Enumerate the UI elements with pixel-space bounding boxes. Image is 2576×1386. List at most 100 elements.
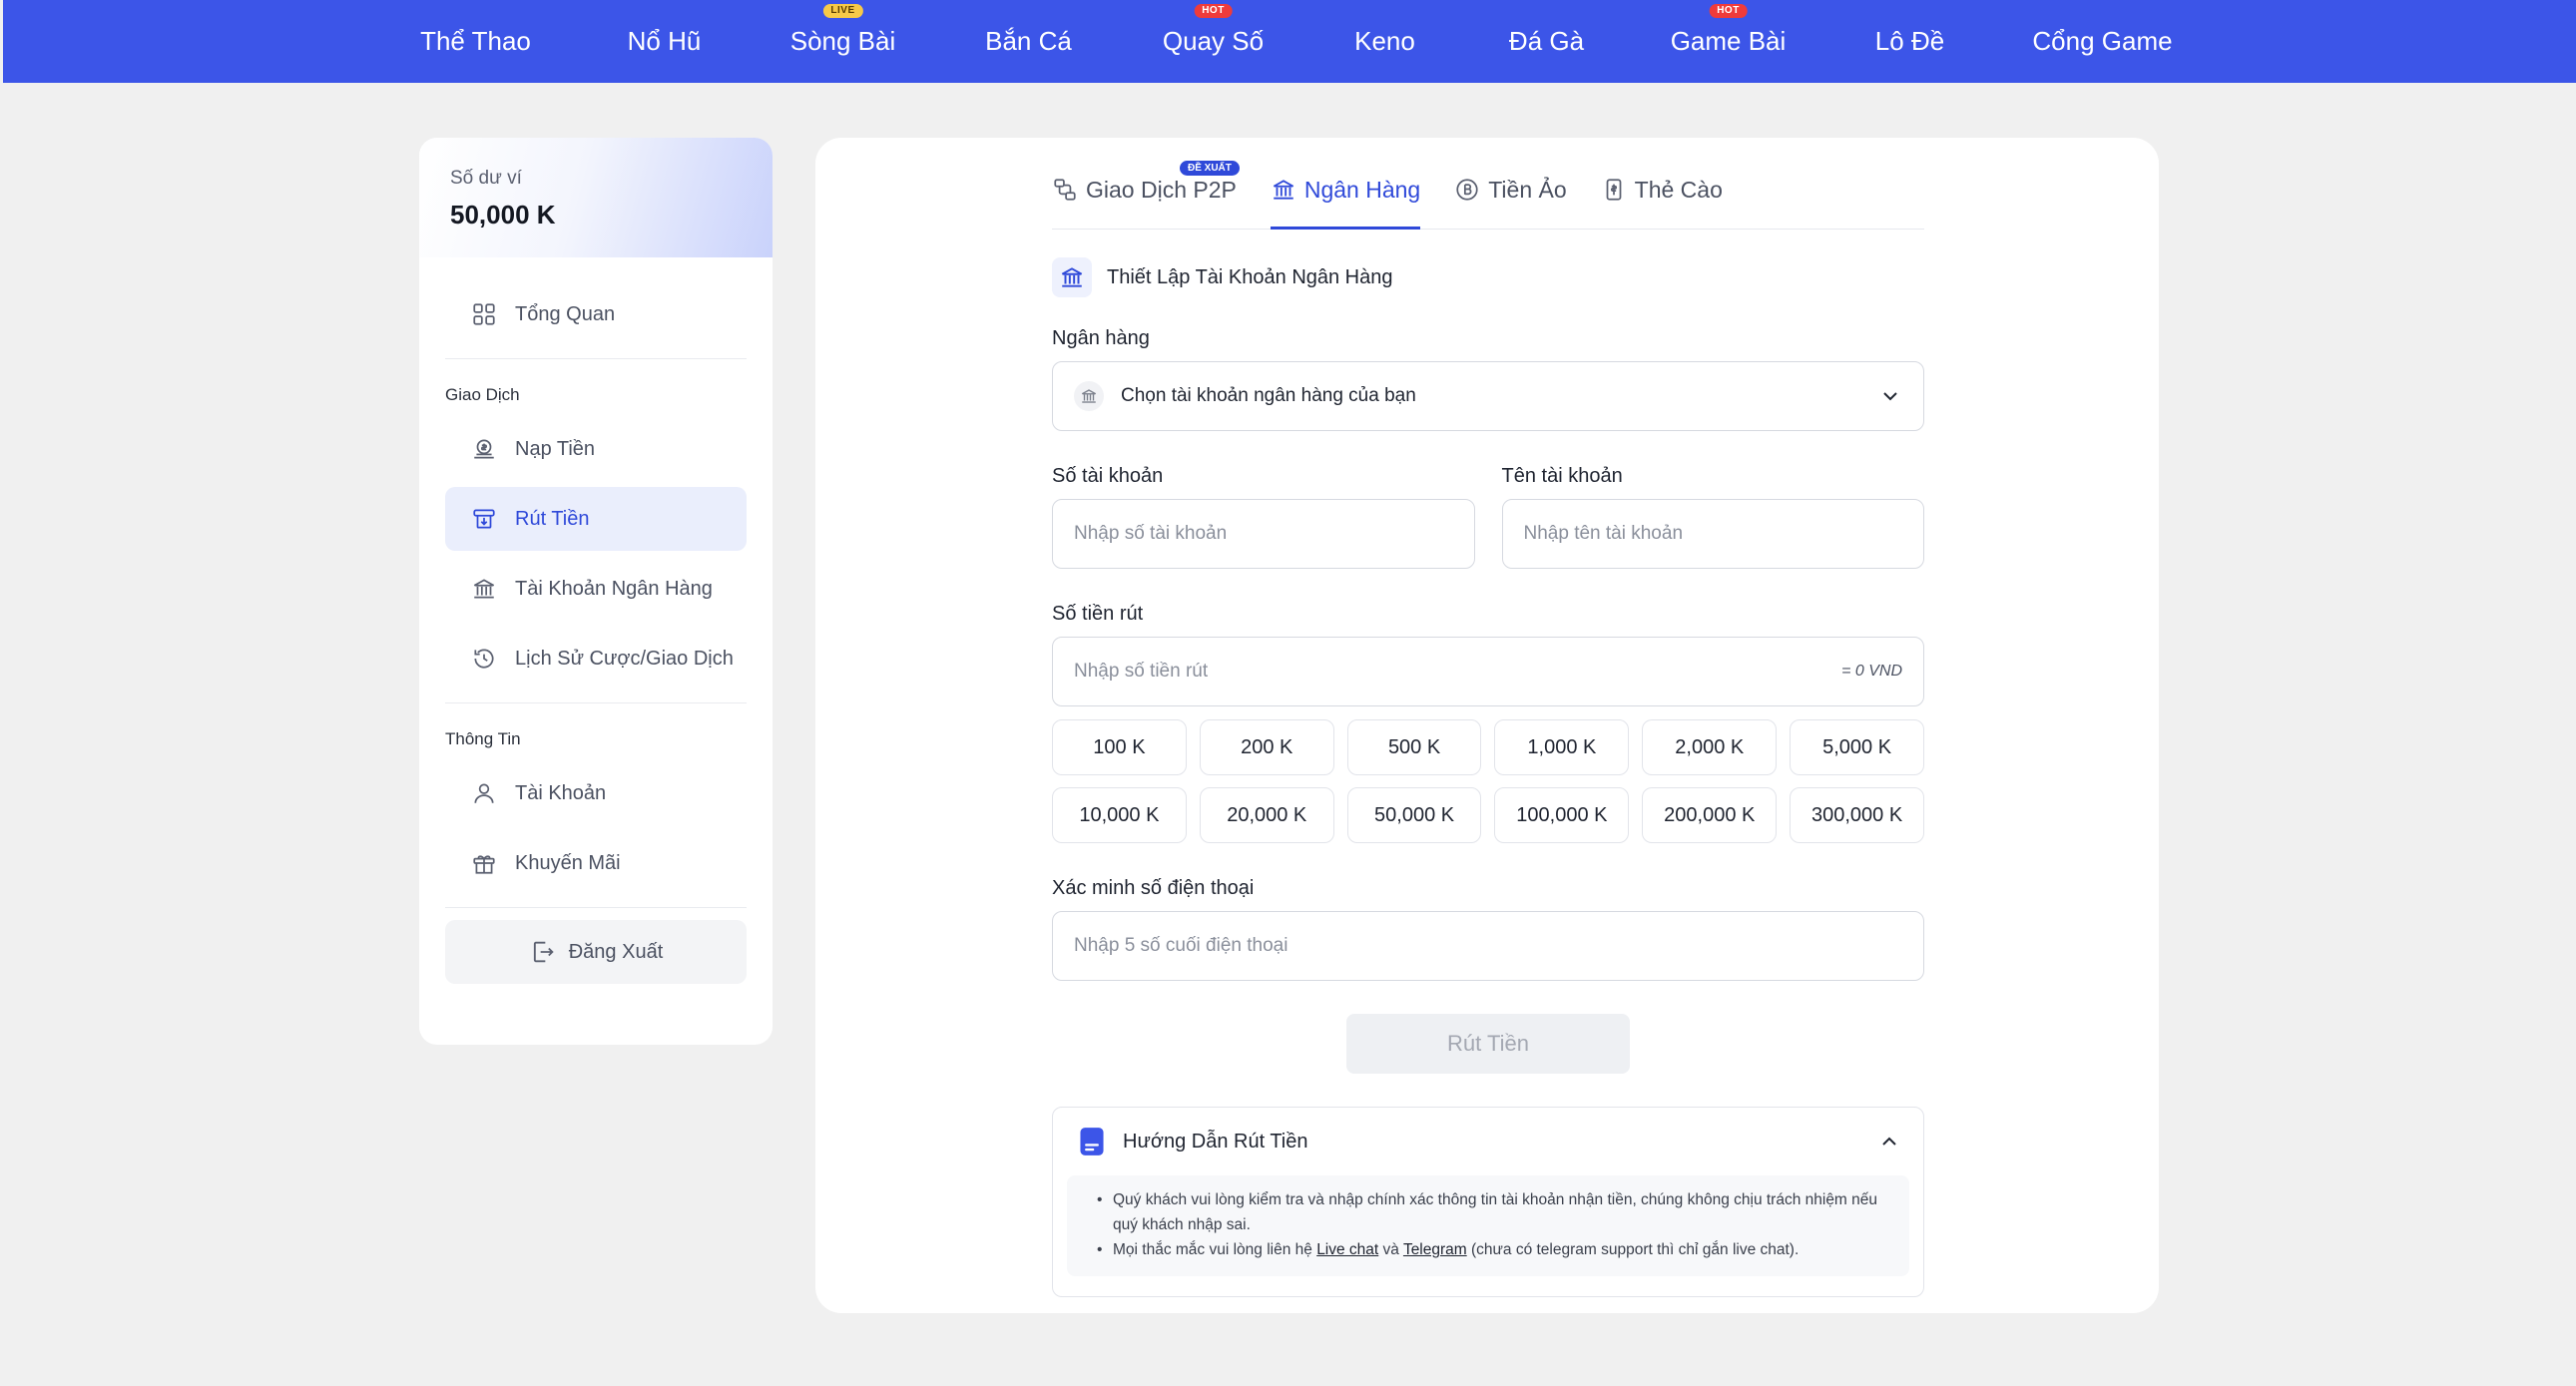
nav-item-casino[interactable]: LIVE Sòng Bài [745, 0, 941, 83]
bank-icon [1074, 381, 1104, 411]
recommended-badge: ĐỀ XUẤT [1180, 161, 1240, 176]
section-title-text: Thiết Lập Tài Khoản Ngân Hàng [1107, 265, 1393, 288]
account-number-placeholder: Nhập số tài khoản [1074, 523, 1228, 544]
quick-amount-button[interactable]: 300,000 K [1790, 787, 1924, 843]
sidebar-item-withdraw[interactable]: Rút Tiền [445, 487, 747, 551]
account-number-input[interactable]: Nhập số tài khoản [1052, 499, 1475, 569]
quick-amount-button[interactable]: 2,000 K [1642, 719, 1778, 775]
chevron-down-icon [1878, 384, 1902, 408]
wallet-value: 50,000 K [450, 200, 556, 230]
live-chat-link[interactable]: Live chat [1316, 1241, 1378, 1258]
withdraw-submit-button[interactable]: Rút Tiền [1346, 1014, 1630, 1074]
quick-amount-button[interactable]: 1,000 K [1494, 719, 1630, 775]
logout-label: Đăng Xuất [568, 940, 664, 963]
amount-conversion: = 0 VND [1841, 663, 1902, 680]
sidebar-item-history[interactable]: Lịch Sử Cược/Giao Dịch [445, 627, 747, 691]
nav-item-fishing[interactable]: Bắn Cá [941, 0, 1116, 83]
group-label-transactions: Giao Dịch [445, 385, 520, 404]
gift-icon [469, 848, 499, 878]
nav-item-sports[interactable]: Thể Thao [367, 0, 584, 83]
guide-text: Mọi thắc mắc vui lòng liên hệ [1113, 1241, 1317, 1258]
telegram-link[interactable]: Telegram [1403, 1241, 1467, 1258]
side-menu: Tổng Quan Giao Dịch Nạp Tiền Rút Tiền Tà… [419, 257, 773, 984]
history-icon [469, 644, 499, 674]
sidebar-item-account[interactable]: Tài Khoản [445, 761, 747, 825]
sidebar-item-overview[interactable]: Tổng Quan [445, 282, 747, 346]
withdraw-content: ĐỀ XUẤT Giao Dịch P2P Ngân Hàng Tiền Ảo [1052, 138, 1924, 1297]
amount-field-group: Số tiền rút Nhập số tiền rút = 0 VND 100… [1052, 603, 1924, 843]
account-sidebar: Số dư ví 50,000 K Tổng Quan Giao Dịch Nạ… [419, 138, 773, 1045]
sidebar-item-label: Lịch Sử Cược/Giao Dịch [515, 647, 734, 670]
tab-crypto[interactable]: Tiền Ảo [1454, 137, 1567, 229]
logout-button[interactable]: Đăng Xuất [445, 920, 747, 984]
bank-select[interactable]: Chọn tài khoản ngân hàng của bạn [1052, 361, 1924, 431]
sidebar-item-deposit[interactable]: Nạp Tiền [445, 417, 747, 481]
quick-amount-button[interactable]: 200 K [1199, 719, 1334, 775]
tab-p2p[interactable]: ĐỀ XUẤT Giao Dịch P2P [1052, 137, 1240, 229]
sidebar-item-label: Khuyến Mãi [515, 851, 621, 874]
guide-title: Hướng Dẫn Rút Tiền [1123, 1130, 1308, 1153]
withdraw-panel: ĐỀ XUẤT Giao Dịch P2P Ngân Hàng Tiền Ảo [815, 138, 2159, 1313]
logout-icon [529, 938, 557, 966]
sidebar-item-promotion[interactable]: Khuyến Mãi [445, 831, 747, 895]
tab-card[interactable]: Thẻ Cào [1601, 137, 1723, 229]
nav-label: Quay Số [1162, 26, 1265, 56]
quick-amount-button[interactable]: 50,000 K [1346, 787, 1482, 843]
quick-amount-button[interactable]: 200,000 K [1642, 787, 1778, 843]
hot-badge: HOT [1709, 4, 1748, 18]
tab-label: Giao Dịch P2P [1086, 176, 1237, 203]
amount-placeholder: Nhập số tiền rút [1074, 661, 1209, 682]
quick-amount-button[interactable]: 500 K [1346, 719, 1482, 775]
scratch-card-icon [1601, 177, 1627, 203]
nav-item-cockfight[interactable]: Đá Gà [1459, 0, 1634, 83]
nav-label: Game Bài [1670, 26, 1787, 56]
nav-item-keno[interactable]: Keno [1310, 0, 1459, 83]
quick-amount-button[interactable]: 100,000 K [1494, 787, 1630, 843]
tab-label: Tiền Ảo [1488, 176, 1567, 203]
nav-item-lottery[interactable]: HOT Quay Số [1116, 0, 1310, 83]
bank-label: Ngân hàng [1052, 327, 1150, 349]
account-number-group: Số tài khoản Nhập số tài khoản [1052, 465, 1475, 569]
bank-field-group: Ngân hàng Chọn tài khoản ngân hàng của b… [1052, 327, 1924, 431]
account-name-label: Tên tài khoản [1501, 465, 1623, 487]
quick-amount-button[interactable]: 100 K [1052, 719, 1187, 775]
nav-label: Đá Gà [1508, 26, 1585, 56]
bank-icon [469, 574, 499, 604]
guide-list: Quý khách vui lòng kiểm tra và nhập chín… [1097, 1187, 1889, 1262]
wallet-label: Số dư ví [450, 168, 522, 189]
nav-item-lo-de[interactable]: Lô Đề [1822, 0, 1997, 83]
tab-bank[interactable]: Ngân Hàng [1270, 137, 1421, 230]
nav-item-game-portal[interactable]: Cổng Game [1997, 0, 2208, 83]
guide-header[interactable]: Hướng Dẫn Rút Tiền [1067, 1108, 1909, 1175]
guide-text: và [1378, 1241, 1403, 1258]
divider [445, 358, 747, 359]
withdraw-icon [469, 504, 499, 534]
nav-label: Cổng Game [2032, 26, 2173, 56]
live-badge: LIVE [822, 4, 863, 18]
account-fields-row: Số tài khoản Nhập số tài khoản Tên tài k… [1052, 465, 1924, 569]
amount-input[interactable]: Nhập số tiền rút = 0 VND [1052, 637, 1924, 706]
divider [445, 907, 747, 908]
quick-amount-button[interactable]: 5,000 K [1790, 719, 1924, 775]
bank-icon [1052, 257, 1092, 297]
sidebar-item-bank-account[interactable]: Tài Khoản Ngân Hàng [445, 557, 747, 621]
nav-label: Sòng Bài [789, 26, 896, 56]
quick-amount-button[interactable]: 10,000 K [1052, 787, 1187, 843]
tab-label: Thẻ Cào [1634, 176, 1723, 203]
account-name-input[interactable]: Nhập tên tài khoản [1501, 499, 1924, 569]
account-name-placeholder: Nhập tên tài khoản [1523, 523, 1684, 544]
phone-field-group: Xác minh số điện thoại Nhập 5 số cuối đi… [1052, 877, 1924, 981]
nav-item-card-games[interactable]: HOT Game Bài [1634, 0, 1822, 83]
exchange-icon [1052, 177, 1078, 203]
nav-label: Lô Đề [1874, 26, 1945, 56]
bitcoin-icon [1454, 177, 1480, 203]
quick-amount-button[interactable]: 20,000 K [1199, 787, 1334, 843]
nav-label: Nổ Hũ [627, 26, 702, 56]
withdraw-guide: Hướng Dẫn Rút Tiền Quý khách vui lòng ki… [1052, 1107, 1924, 1297]
guide-text: (chưa có telegram support thì chỉ gắn li… [1466, 1241, 1800, 1258]
top-navigation: Thể Thao Nổ Hũ LIVE Sòng Bài Bắn Cá HOT … [3, 0, 2576, 83]
bank-icon [1271, 177, 1296, 203]
phone-verify-input[interactable]: Nhập 5 số cuối điện thoại [1052, 911, 1924, 981]
account-name-group: Tên tài khoản Nhập tên tài khoản [1501, 465, 1924, 569]
nav-item-slots[interactable]: Nổ Hũ [584, 0, 745, 83]
